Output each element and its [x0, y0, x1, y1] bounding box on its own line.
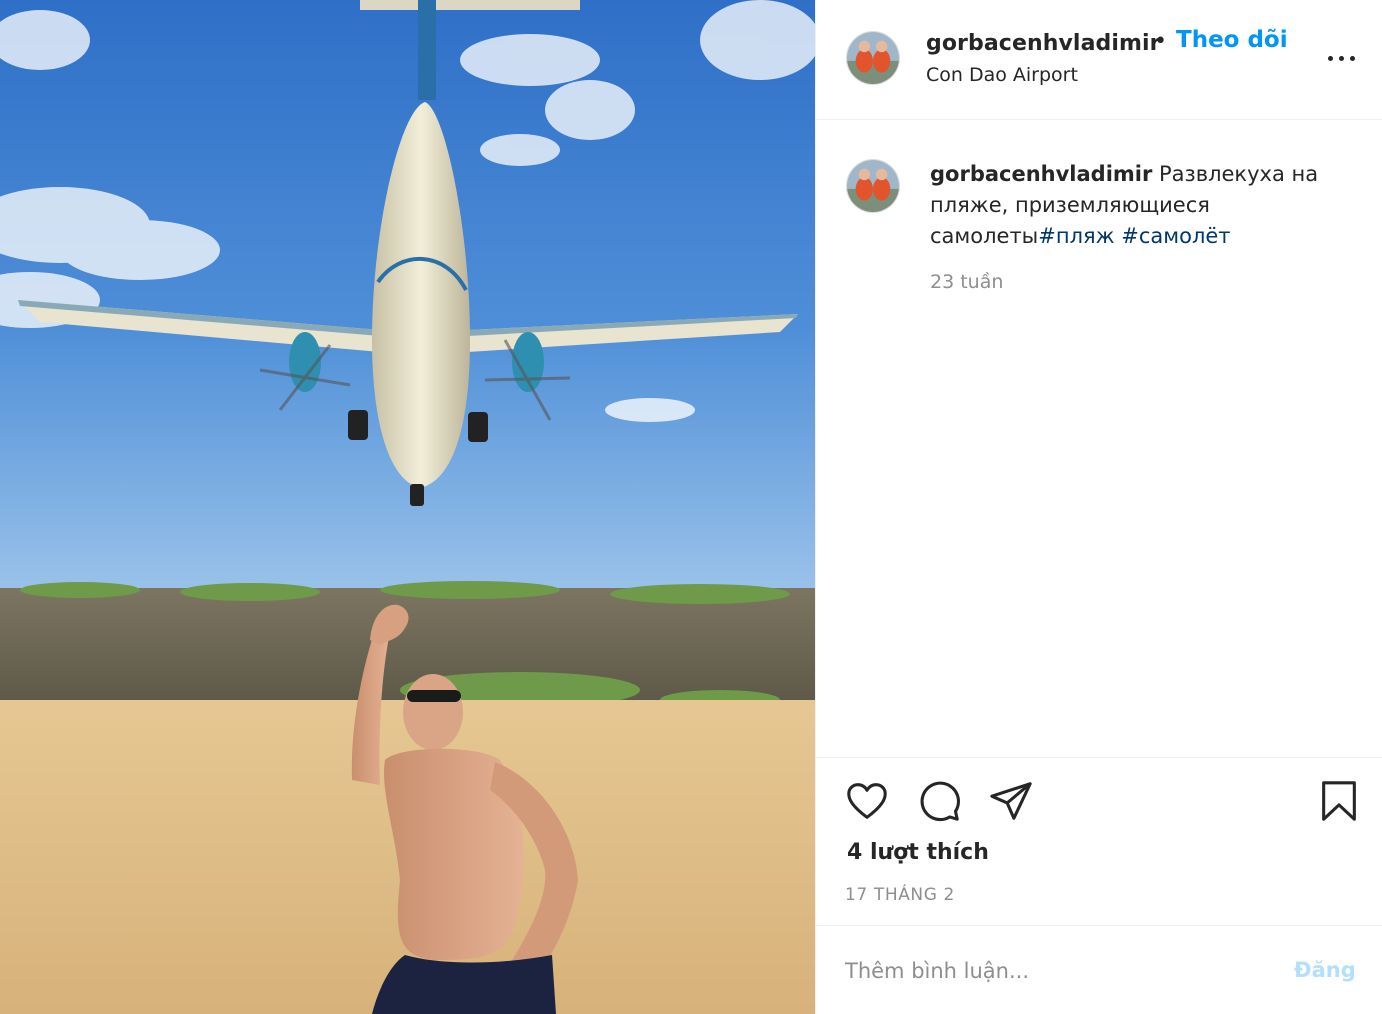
comment-icon[interactable]	[916, 778, 962, 824]
avatar[interactable]	[846, 159, 900, 213]
post-details-panel: gorbacenhvladimir • Theo dõi Con Dao Air…	[815, 0, 1382, 1014]
bookmark-icon[interactable]	[1316, 778, 1362, 824]
post-photo[interactable]	[0, 0, 815, 1014]
more-horizontal-icon[interactable]	[1324, 44, 1360, 72]
hashtag-link[interactable]: #самолёт	[1121, 224, 1230, 248]
avatar[interactable]	[846, 31, 900, 85]
heart-icon[interactable]	[844, 778, 890, 824]
caption-username-link[interactable]: gorbacenhvladimir	[930, 162, 1152, 186]
share-icon[interactable]	[988, 778, 1034, 824]
follow-button[interactable]: Theo dõi	[1176, 27, 1288, 53]
action-bar: 4 lượt thích 17 THÁNG 2	[816, 757, 1382, 925]
hashtag-link[interactable]: #пляж	[1038, 224, 1114, 248]
caption-time-ago[interactable]: 23 tuần	[930, 271, 1003, 293]
comment-input[interactable]	[845, 954, 1265, 988]
comments-area: gorbacenhvladimir Развлекуха на пляже, п…	[816, 121, 1382, 757]
username-link[interactable]: gorbacenhvladimir	[926, 31, 1161, 56]
post-comment-button[interactable]: Đăng	[1294, 958, 1356, 982]
post-caption: gorbacenhvladimir Развлекуха на пляже, п…	[930, 159, 1350, 252]
comment-form: Đăng	[816, 925, 1382, 1014]
likes-count[interactable]: 4 lượt thích	[847, 840, 989, 865]
post-header: gorbacenhvladimir • Theo dõi Con Dao Air…	[816, 0, 1382, 120]
location-link[interactable]: Con Dao Airport	[926, 64, 1078, 86]
separator-dot: •	[1154, 29, 1167, 54]
post-date[interactable]: 17 THÁNG 2	[845, 885, 955, 905]
